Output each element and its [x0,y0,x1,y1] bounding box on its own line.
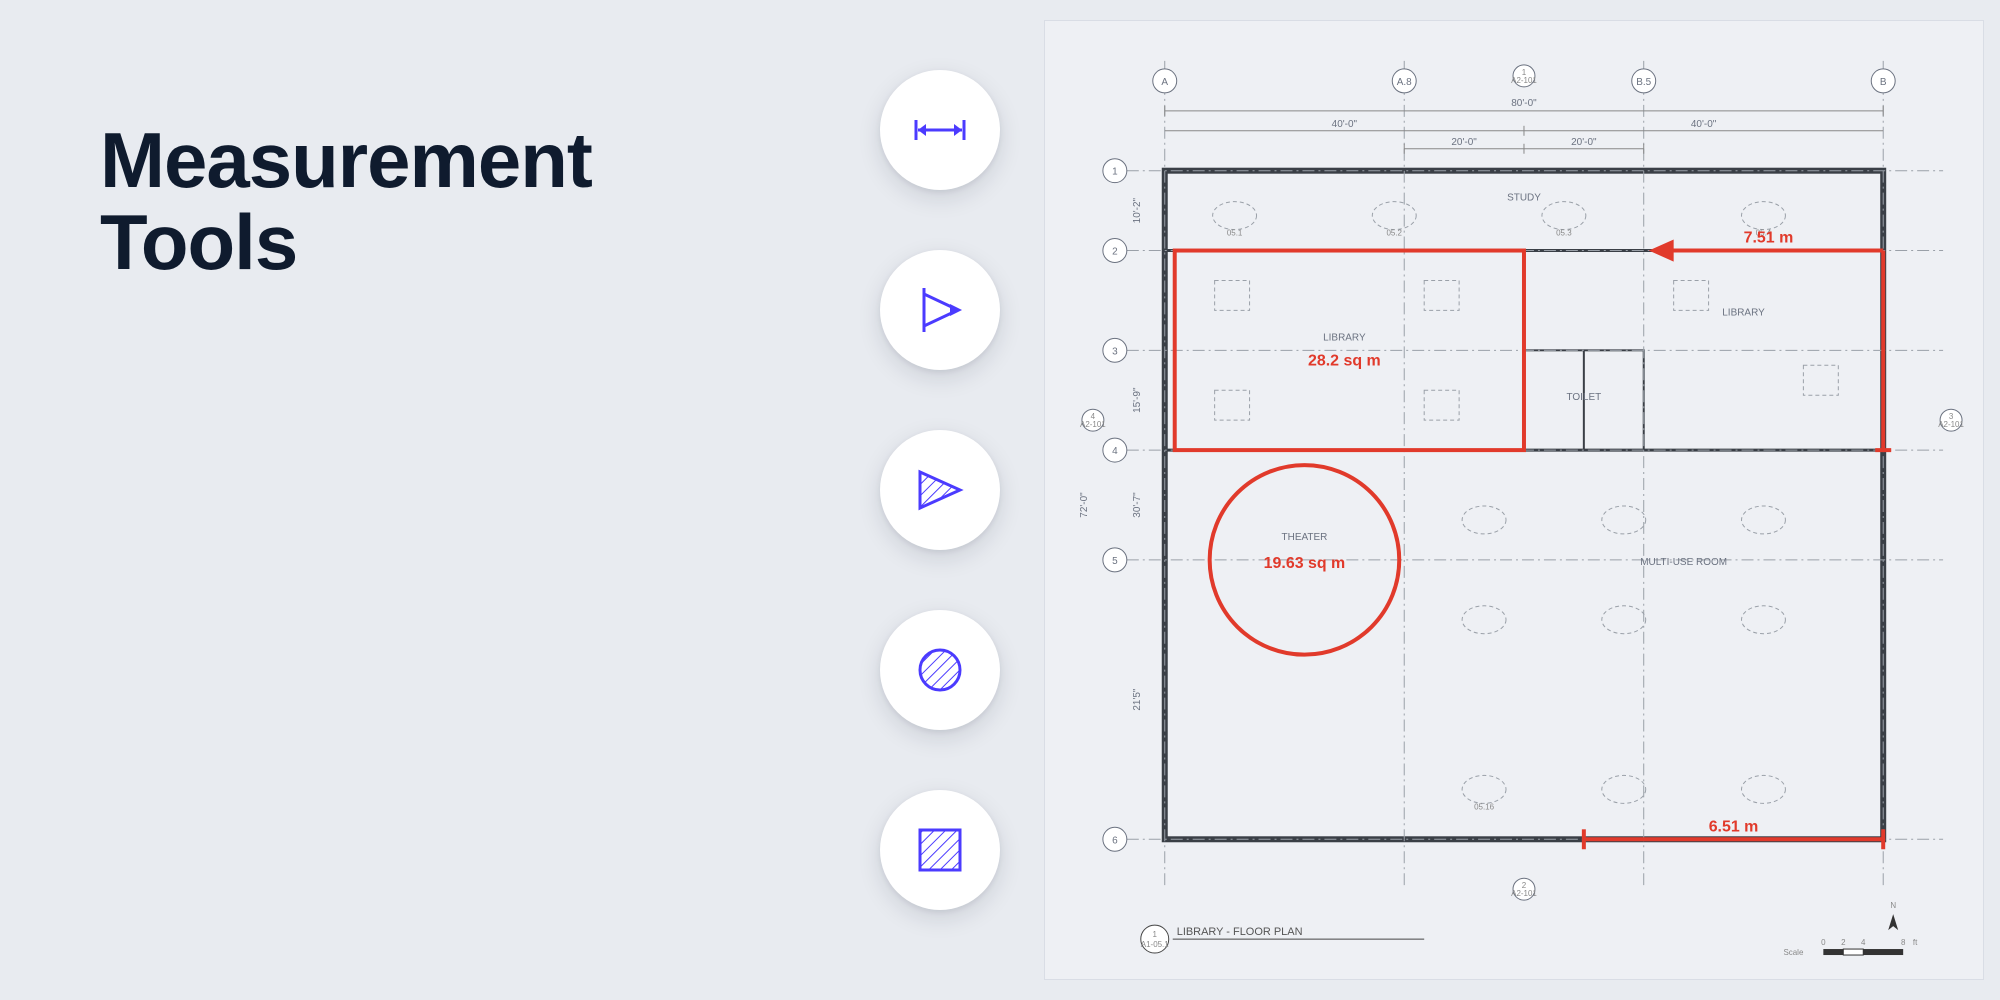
scale-2: 2 [1841,938,1846,947]
drawing-title: LIBRARY - FLOOR PLAN [1177,926,1303,938]
angle-measure-icon [910,280,970,340]
scale-4: 4 [1861,938,1866,947]
dim-row-2: 15'-9" [1132,387,1143,413]
tag-05-2: 05.2 [1386,229,1402,238]
grid-col-a8: A.8 [1397,77,1412,88]
grid-row-2: 2 [1112,247,1118,258]
grid-col-a: A [1161,77,1168,88]
room-toilet: TOILET [1566,392,1601,403]
grid-row-3: 3 [1112,346,1118,357]
linear-measure-icon [910,100,970,160]
dim-col-left: 40'-0" [1332,119,1358,130]
dim-row-1: 10'-2" [1132,197,1143,223]
measure-rectangle-label: 28.2 sq m [1308,352,1381,369]
grid-col-b5: B.5 [1636,77,1651,88]
angle-measure-button[interactable] [880,250,1000,370]
title-ref-num: 1 [1153,930,1158,939]
circle-area-button[interactable] [880,610,1000,730]
heading-line1: Measurement [100,120,592,202]
title-sheet: A1-05.1 [1141,940,1169,949]
heading-line2: Tools [100,202,592,284]
scale-0: 0 [1821,938,1826,947]
measure-line-top-label: 7.51 m [1744,230,1794,247]
grid-row-5: 5 [1112,556,1118,567]
triangle-area-button[interactable] [880,430,1000,550]
section-left: A2-101 [1080,420,1106,429]
tag-05-16: 05.16 [1474,802,1495,811]
linear-measure-button[interactable] [880,70,1000,190]
scale-label: Scale [1783,948,1804,957]
grid-row-4: 4 [1112,446,1118,457]
grid-row-1: 1 [1112,167,1118,178]
scale-8: 8 [1901,938,1906,947]
grid-col-b: B [1880,77,1887,88]
dim-q1: 20'-0" [1451,137,1477,148]
section-top: A2-101 [1511,76,1537,85]
dim-row-overall: 72'-0" [1079,492,1090,518]
triangle-area-icon [910,460,970,520]
north-label: N [1890,901,1896,910]
rectangle-area-button[interactable] [880,790,1000,910]
rectangle-area-icon [910,820,970,880]
floorplan-svg: A A.8 B.5 B 1 2 3 4 5 6 [1045,21,1983,979]
measure-line-bottom-label: 6.51 m [1709,818,1759,835]
grid-row-6: 6 [1112,835,1118,846]
tag-05-1: 05.1 [1227,229,1243,238]
dim-row-3: 30'-7" [1132,492,1143,518]
room-study: STUDY [1507,193,1541,204]
section-right: A2-101 [1938,420,1964,429]
scale-unit: ft [1913,938,1918,947]
room-theater: THEATER [1282,532,1328,543]
dim-row-4: 21'5" [1132,688,1143,711]
dim-col-right: 40'-0" [1691,119,1717,130]
room-library2: LIBRARY [1722,307,1765,318]
tag-05-3: 05.3 [1556,229,1572,238]
dim-overall: 80'-0" [1511,98,1537,109]
section-bottom: A2-101 [1511,889,1537,898]
dim-q2: 20'-0" [1571,137,1597,148]
floorplan-canvas[interactable]: A A.8 B.5 B 1 2 3 4 5 6 [1044,20,1984,980]
room-library: LIBRARY [1323,332,1366,343]
measurement-toolbar [880,70,1000,910]
circle-area-icon [910,640,970,700]
room-multi: MULTI-USE ROOM [1640,557,1727,568]
page-title: Measurement Tools [100,120,592,284]
measure-circle-label: 19.63 sq m [1264,555,1346,572]
